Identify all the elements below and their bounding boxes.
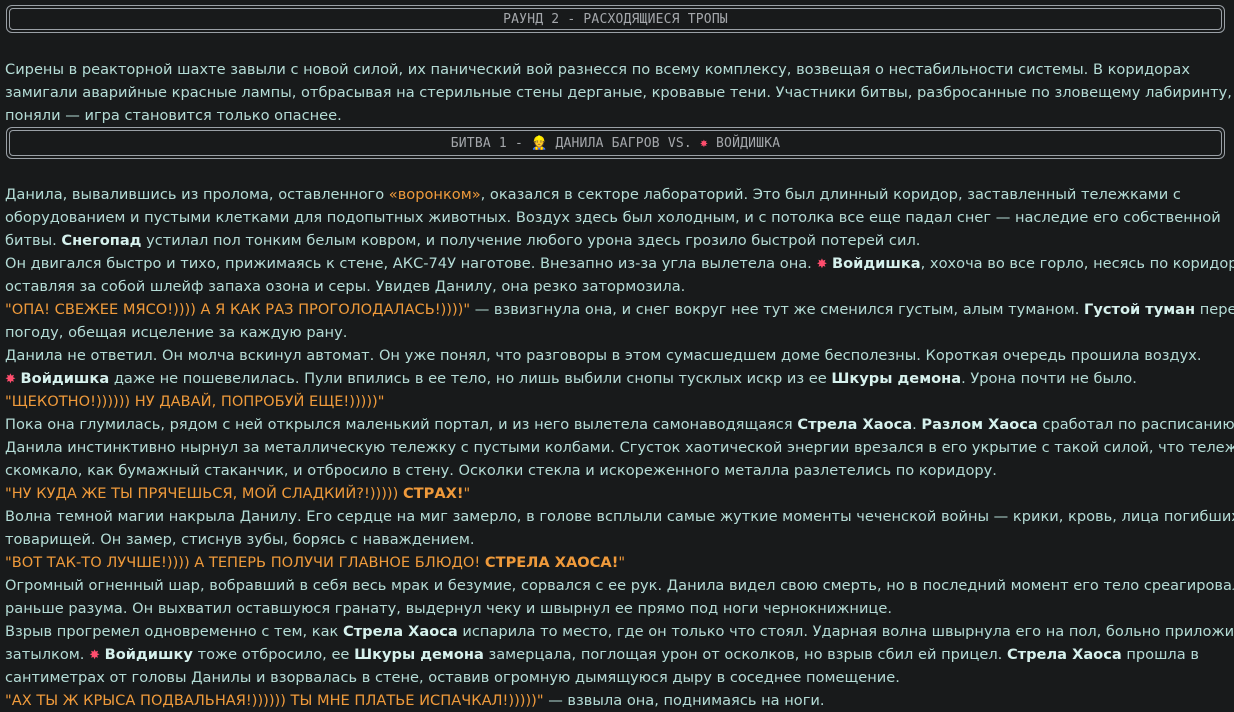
spell-chaos-arrow-shout: СТРЕЛА ХАОСА! xyxy=(484,554,619,571)
story-line: товарищей. Он замер, стиснув зубы, боряс… xyxy=(5,531,475,548)
character-voidishka: Войдишку xyxy=(104,646,193,663)
player1-name: ДАНИЛА БАГРОВ xyxy=(555,135,660,151)
quote: "НУ КУДА ЖЕ ТЫ ПРЯЧЕШЬСЯ, МОЙ СЛАДКИЙ?!)… xyxy=(5,485,399,502)
story-line: Взрыв прогремел одновременно с тем, как … xyxy=(5,623,1234,640)
story-line: битвы. Снегопад устилал пол тонким белым… xyxy=(5,232,921,249)
effect-chaos-rift: Разлом Хаоса xyxy=(921,416,1038,433)
effect-demon-skin: Шкуры демона xyxy=(831,370,962,387)
story-line: сантиметрах от головы Данилы и взорвалас… xyxy=(5,669,900,686)
spell-fear: СТРАХ! xyxy=(402,485,464,502)
effect-demon-skin: Шкуры демона xyxy=(354,646,484,663)
spell-chaos-arrow: Стрела Хаоса xyxy=(1006,646,1122,663)
person-emoji-icon: 👷 xyxy=(531,135,548,151)
story-line: Огромный огненный шар, вобравший в себя … xyxy=(5,577,1234,594)
story-line: "НУ КУДА ЖЕ ТЫ ПРЯЧЕШЬСЯ, МОЙ СЛАДКИЙ?!)… xyxy=(5,485,471,502)
story-line: оборудованием и пустыми клетками для под… xyxy=(5,209,1221,226)
burst-icon: ✸ xyxy=(699,135,708,151)
story-line: Данила, вывалившись из пролома, оставлен… xyxy=(5,186,1181,203)
burst-icon: ✸ xyxy=(816,257,828,272)
story-line: оставляя за собой шлейф запаха озона и с… xyxy=(5,278,686,295)
effect-thick-fog: Густой туман xyxy=(1084,301,1196,318)
quote: "ОПА! СВЕЖЕЕ МЯСО!)))) А Я КАК РАЗ ПРОГО… xyxy=(5,301,471,318)
battle-story: Данила, вывалившись из пролома, оставлен… xyxy=(5,183,1234,712)
intro-line: поняли — игра становится только опаснее. xyxy=(5,107,342,124)
character-voidishka: Войдишка xyxy=(20,370,110,387)
story-line: погоду, обещая исцеление за каждую рану. xyxy=(5,324,348,341)
burst-icon: ✸ xyxy=(5,372,16,387)
spell-chaos-arrow: Стрела Хаоса xyxy=(797,416,913,433)
battle-title: БИТВА 1 - 👷 ДАНИЛА БАГРОВ VS. ✸ ВОЙДИШКА xyxy=(9,130,1222,156)
story-line: Он двигался быстро и тихо, прижимаясь к … xyxy=(5,255,1234,272)
quote: "ЩЕКОТНО!)))))) НУ ДАВАЙ, ПОПРОБУЙ ЕЩЕ!)… xyxy=(5,393,385,410)
intro-line: замигали аварийные красные лампы, отбрас… xyxy=(5,84,1232,101)
round-title: РАУНД 2 - РАСХОДЯЩИЕСЯ ТРОПЫ xyxy=(9,8,1222,30)
story-line: Данила не ответил. Он молча вскинул авто… xyxy=(5,347,1202,364)
story-line: "ОПА! СВЕЖЕЕ МЯСО!)))) А Я КАК РАЗ ПРОГО… xyxy=(5,301,1234,318)
story-line: раньше разума. Он выхватил оставшуюся гр… xyxy=(5,600,892,617)
story-line: Данила инстинктивно нырнул за металличес… xyxy=(5,439,1234,456)
story-line: "АХ ТЫ Ж КРЫСА ПОДВАЛЬНАЯ!)))))) ТЫ МНЕ … xyxy=(5,692,825,709)
spell-chaos-arrow: Стрела Хаоса xyxy=(343,623,458,640)
player2-name: ВОЙДИШКА xyxy=(716,135,781,151)
quote: "ВОТ ТАК-ТО ЛУЧШЕ!)))) А ТЕПЕРЬ ПОЛУЧИ Г… xyxy=(5,554,481,571)
vs-label: VS. xyxy=(667,135,692,151)
story-line: затылком. ✸ Войдишку тоже отбросило, ее … xyxy=(5,646,1199,663)
story-line: ✸ Войдишка даже не пошевелилась. Пули вп… xyxy=(5,370,1137,387)
quote: "АХ ТЫ Ж КРЫСА ПОДВАЛЬНАЯ!)))))) ТЫ МНЕ … xyxy=(5,692,544,709)
round-banner: РАУНД 2 - РАСХОДЯЩИЕСЯ ТРОПЫ xyxy=(6,5,1225,33)
intro-line: Сирены в реакторной шахте завыли с новой… xyxy=(5,61,1190,78)
story-line: "ВОТ ТАК-ТО ЛУЧШЕ!)))) А ТЕПЕРЬ ПОЛУЧИ Г… xyxy=(5,554,626,571)
intro-paragraph: Сирены в реакторной шахте завыли с новой… xyxy=(5,58,1232,127)
burst-icon: ✸ xyxy=(89,648,100,663)
battle-banner: БИТВА 1 - 👷 ДАНИЛА БАГРОВ VS. ✸ ВОЙДИШКА xyxy=(6,127,1225,159)
effect-snowfall: Снегопад xyxy=(61,232,142,249)
character-voidishka: Войдишка xyxy=(832,255,921,272)
battle-prefix: БИТВА 1 - xyxy=(450,135,523,151)
story-line: скомкало, как бумажный стаканчик, и отбр… xyxy=(5,462,997,479)
vehicle-highlight: «воронком» xyxy=(388,186,481,203)
story-line: Пока она глумилась, рядом с ней открылся… xyxy=(5,416,1234,433)
story-line: Волна темной магии накрыла Данилу. Его с… xyxy=(5,508,1234,525)
story-line: "ЩЕКОТНО!)))))) НУ ДАВАЙ, ПОПРОБУЙ ЕЩЕ!)… xyxy=(5,390,1231,413)
